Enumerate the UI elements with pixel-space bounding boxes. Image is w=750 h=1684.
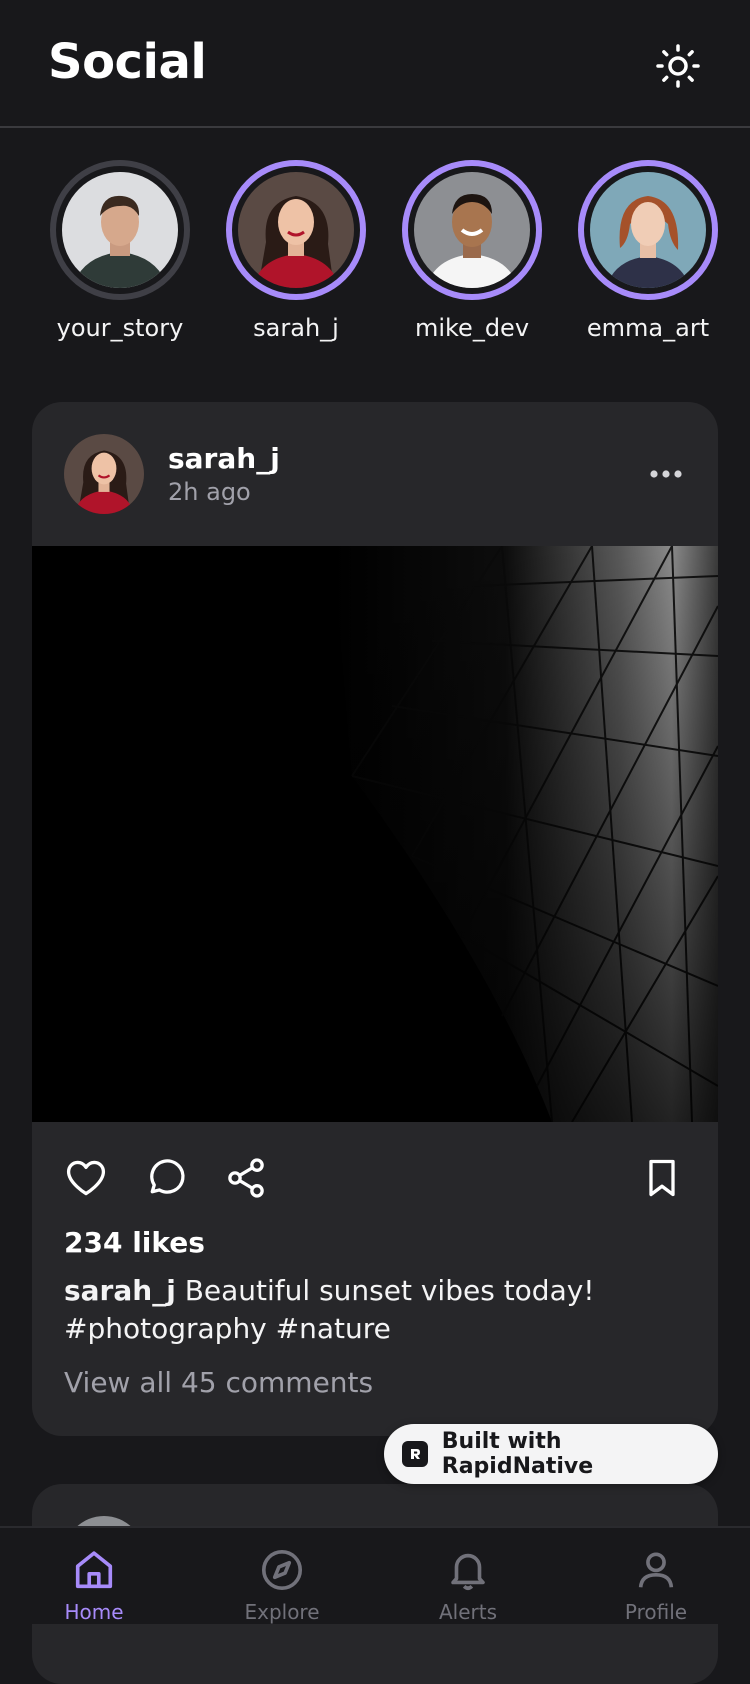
bookmark-icon xyxy=(649,1159,675,1197)
story-sarah-j[interactable]: sarah_j xyxy=(208,160,384,342)
tab-label: Profile xyxy=(624,1600,688,1624)
share-icon xyxy=(228,1158,264,1198)
avatar xyxy=(238,172,354,288)
story-mike-dev[interactable]: mike_dev xyxy=(384,160,560,342)
comment-bubble-icon xyxy=(150,1159,185,1194)
bottom-tab-bar: Home Explore Alerts Profile xyxy=(0,1526,750,1624)
story-ring xyxy=(402,160,542,300)
post-author-name[interactable]: sarah_j xyxy=(168,442,280,475)
tab-label: Explore xyxy=(244,1600,320,1624)
like-count: 234 likes xyxy=(64,1226,205,1259)
post-more-button[interactable] xyxy=(646,454,686,494)
story-username: emma_art xyxy=(586,314,710,342)
compass-icon xyxy=(261,1549,303,1591)
tab-alerts[interactable]: Alerts xyxy=(408,1546,528,1624)
story-username: your_story xyxy=(56,314,184,342)
comment-button[interactable] xyxy=(142,1154,190,1202)
avatar xyxy=(590,172,706,288)
home-icon xyxy=(75,1551,113,1589)
tab-label: Home xyxy=(64,1600,124,1624)
story-emma-art[interactable]: emma_art xyxy=(560,160,736,342)
post-author-avatar[interactable] xyxy=(64,434,144,514)
story-ring xyxy=(578,160,718,300)
post-actions xyxy=(32,1154,718,1204)
bookmark-button[interactable] xyxy=(638,1154,686,1202)
post-caption: sarah_j Beautiful sunset vibes today! #p… xyxy=(64,1272,684,1348)
story-ring xyxy=(226,160,366,300)
rapidnative-logo-icon xyxy=(402,1441,428,1467)
badge-label: Built with RapidNative xyxy=(441,1429,594,1479)
post-timestamp: 2h ago xyxy=(168,478,251,506)
heart-icon xyxy=(66,1160,106,1196)
app-header: Social xyxy=(0,0,750,128)
page-title: Social xyxy=(48,34,207,90)
tab-label: Alerts xyxy=(438,1600,498,1624)
user-icon xyxy=(638,1552,674,1588)
view-comments-link[interactable]: View all 45 comments xyxy=(64,1366,373,1399)
avatar xyxy=(62,172,178,288)
caption-username[interactable]: sarah_j xyxy=(64,1274,176,1307)
stories-row: your_story sarah_j mike_dev emma_art xyxy=(0,160,750,360)
story-username: sarah_j xyxy=(253,314,339,342)
tab-explore[interactable]: Explore xyxy=(222,1546,342,1624)
theme-toggle-button[interactable] xyxy=(650,38,706,94)
built-with-badge[interactable]: Built with RapidNative xyxy=(384,1424,718,1484)
like-button[interactable] xyxy=(62,1154,110,1202)
post-image[interactable] xyxy=(32,545,718,1123)
share-button[interactable] xyxy=(222,1154,270,1202)
bell-icon xyxy=(451,1553,485,1591)
tab-profile[interactable]: Profile xyxy=(596,1546,716,1624)
post-card: sarah_j 2h ago 234 likes sarah_j Beautif… xyxy=(32,402,718,1436)
story-your-story[interactable]: your_story xyxy=(32,160,208,342)
avatar xyxy=(414,172,530,288)
tab-home[interactable]: Home xyxy=(34,1546,154,1624)
more-horizontal-icon xyxy=(650,470,682,478)
sun-icon xyxy=(656,44,700,88)
story-ring xyxy=(50,160,190,300)
story-username: mike_dev xyxy=(414,314,530,342)
